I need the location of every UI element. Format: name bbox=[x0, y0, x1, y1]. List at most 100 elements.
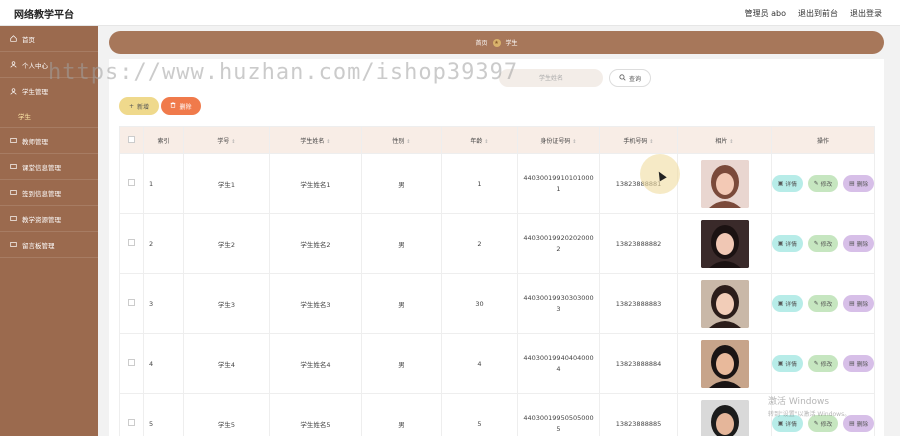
row-checkbox[interactable] bbox=[128, 419, 135, 426]
row-select-cell[interactable] bbox=[119, 153, 144, 214]
home-icon bbox=[10, 35, 17, 42]
detail-button[interactable]: ▣ 详情 bbox=[772, 355, 803, 372]
row-select-cell[interactable] bbox=[119, 333, 144, 394]
cell-phone: 13823888884 bbox=[599, 333, 678, 394]
cell-age: 30 bbox=[441, 273, 518, 334]
delete-button[interactable]: ▤ 删除 bbox=[843, 295, 875, 312]
delete-label: 删除 bbox=[856, 182, 869, 188]
trash-icon: ▤ bbox=[849, 360, 855, 367]
search-input[interactable] bbox=[499, 69, 603, 87]
sidebar-item-student-mgmt[interactable]: 学生管理 bbox=[0, 78, 98, 104]
header-label: 索引 bbox=[157, 137, 170, 145]
cell-student-no: 学生3 bbox=[183, 273, 270, 334]
sidebar-item-resource-mgmt[interactable]: 教学资源管理 bbox=[0, 206, 98, 232]
row-actions: ▣ 详情 ✎ 修改 ▤ 删除 bbox=[772, 235, 875, 252]
detail-button[interactable]: ▣ 详情 bbox=[772, 175, 803, 192]
detail-label: 详情 bbox=[785, 362, 797, 368]
header-label: 手机号码 bbox=[623, 137, 648, 145]
search-button[interactable]: 查询 bbox=[609, 69, 651, 87]
batch-delete-label: 删除 bbox=[179, 103, 192, 111]
row-checkbox[interactable] bbox=[128, 299, 135, 306]
delete-button[interactable]: ▤ 删除 bbox=[843, 355, 875, 372]
header-label: 相片 bbox=[715, 137, 728, 145]
sort-icon[interactable]: ⇕ bbox=[326, 139, 330, 145]
current-user: 管理员 abo bbox=[744, 9, 786, 18]
row-checkbox[interactable] bbox=[128, 359, 135, 366]
header-photo[interactable]: 相片 ⇕ bbox=[677, 126, 772, 154]
student-photo[interactable] bbox=[700, 159, 749, 208]
sidebar-item-teacher-mgmt[interactable]: 教师管理 bbox=[0, 128, 98, 154]
table-row: 5 学生5 学生姓名5 男 5 44030019950505000 5 1382… bbox=[119, 393, 875, 436]
batch-delete-button[interactable]: 删除 bbox=[161, 97, 201, 115]
detail-icon: ▣ bbox=[777, 240, 784, 247]
edit-button[interactable]: ✎ 修改 bbox=[807, 235, 839, 252]
table-header-row: 索引 学号 ⇕ 学生姓名 ⇕ 性别 ⇕ 年龄 ⇕ 身份证号码 ⇕ 手机号码 ⇕ 相片 ⇕ 操作 bbox=[119, 126, 875, 154]
student-photo[interactable] bbox=[700, 399, 749, 436]
cell-actions: ▣ 详情 ✎ 修改 ▤ 删除 bbox=[771, 153, 875, 214]
exit-to-front-link[interactable]: 退出到前台 bbox=[798, 8, 838, 19]
edit-button[interactable]: ✎ 修改 bbox=[807, 415, 839, 432]
sidebar-item-class-mgmt[interactable]: 课堂信息管理 bbox=[0, 154, 98, 180]
cell-student-no: 学生5 bbox=[183, 393, 270, 436]
cell-phone: 13823888883 bbox=[599, 273, 678, 334]
row-select-cell[interactable] bbox=[119, 213, 144, 274]
app-title: 网络教学平台 bbox=[14, 10, 74, 21]
header-age[interactable]: 年龄 ⇕ bbox=[441, 126, 518, 154]
row-select-cell[interactable] bbox=[119, 393, 144, 436]
delete-button[interactable]: ▤ 删除 bbox=[843, 175, 875, 192]
header-label: 操作 bbox=[816, 137, 829, 145]
detail-label: 详情 bbox=[785, 302, 797, 308]
delete-label: 删除 bbox=[856, 302, 869, 308]
sidebar-item-label: 首页 bbox=[22, 35, 35, 44]
sidebar-subitem-student[interactable]: 学生 bbox=[0, 104, 98, 128]
edit-label: 修改 bbox=[820, 362, 833, 368]
cell-age: 2 bbox=[441, 213, 518, 274]
edit-button[interactable]: ✎ 修改 bbox=[807, 295, 839, 312]
row-select-cell[interactable] bbox=[119, 273, 144, 334]
detail-button[interactable]: ▣ 详情 bbox=[772, 295, 803, 312]
header-name[interactable]: 学生姓名 ⇕ bbox=[269, 126, 362, 154]
edit-button[interactable]: ✎ 修改 bbox=[807, 175, 839, 192]
sort-icon[interactable]: ⇕ bbox=[484, 139, 488, 145]
student-photo[interactable] bbox=[700, 339, 749, 388]
cell-actions: ▣ 详情 ✎ 修改 ▤ 删除 bbox=[771, 213, 875, 274]
select-all-checkbox[interactable] bbox=[128, 135, 135, 143]
header-id-number[interactable]: 身份证号码 ⇕ bbox=[517, 126, 600, 154]
add-button[interactable]: + 新增 bbox=[119, 97, 159, 115]
sort-icon[interactable]: ⇕ bbox=[572, 139, 576, 145]
row-actions: ▣ 详情 ✎ 修改 ▤ 删除 bbox=[772, 295, 875, 312]
header-phone[interactable]: 手机号码 ⇕ bbox=[599, 126, 678, 154]
edit-button[interactable]: ✎ 修改 bbox=[807, 355, 839, 372]
sort-icon[interactable]: ⇕ bbox=[231, 139, 235, 145]
cell-gender: 男 bbox=[361, 213, 442, 274]
delete-button[interactable]: ▤ 删除 bbox=[843, 235, 875, 252]
delete-button[interactable]: ▤ 删除 bbox=[843, 415, 875, 432]
sidebar-item-message-mgmt[interactable]: 留言板管理 bbox=[0, 232, 98, 258]
detail-button[interactable]: ▣ 详情 bbox=[772, 415, 803, 432]
sort-icon[interactable]: ⇕ bbox=[649, 139, 653, 145]
cell-gender: 男 bbox=[361, 273, 442, 334]
row-checkbox[interactable] bbox=[128, 179, 135, 186]
student-photo[interactable] bbox=[700, 219, 749, 268]
breadcrumb-home[interactable]: 首页 bbox=[475, 38, 487, 47]
header-gender[interactable]: 性别 ⇕ bbox=[361, 126, 442, 154]
select-all-cell[interactable] bbox=[119, 126, 144, 154]
detail-icon: ▣ bbox=[777, 300, 784, 307]
detail-button[interactable]: ▣ 详情 bbox=[772, 235, 803, 252]
sidebar-item-label: 个人中心 bbox=[22, 61, 48, 70]
header-student-no[interactable]: 学号 ⇕ bbox=[183, 126, 270, 154]
student-photo[interactable] bbox=[700, 279, 749, 328]
id-number-line: 44030019930303000 bbox=[523, 294, 594, 302]
sidebar-item-checkin-mgmt[interactable]: 签到信息管理 bbox=[0, 180, 98, 206]
id-number-line: 4 bbox=[556, 365, 561, 373]
trash-icon: ▤ bbox=[849, 420, 855, 427]
detail-label: 详情 bbox=[785, 242, 797, 248]
sidebar-item-home[interactable]: 首页 bbox=[0, 26, 98, 52]
sort-icon[interactable]: ⇕ bbox=[729, 139, 733, 145]
portrait-image bbox=[700, 279, 749, 328]
row-checkbox[interactable] bbox=[128, 239, 135, 246]
sidebar-item-profile[interactable]: 个人中心 bbox=[0, 52, 98, 78]
header-index: 索引 bbox=[143, 126, 184, 154]
logout-link[interactable]: 退出登录 bbox=[850, 8, 882, 19]
sort-icon[interactable]: ⇕ bbox=[406, 139, 410, 145]
